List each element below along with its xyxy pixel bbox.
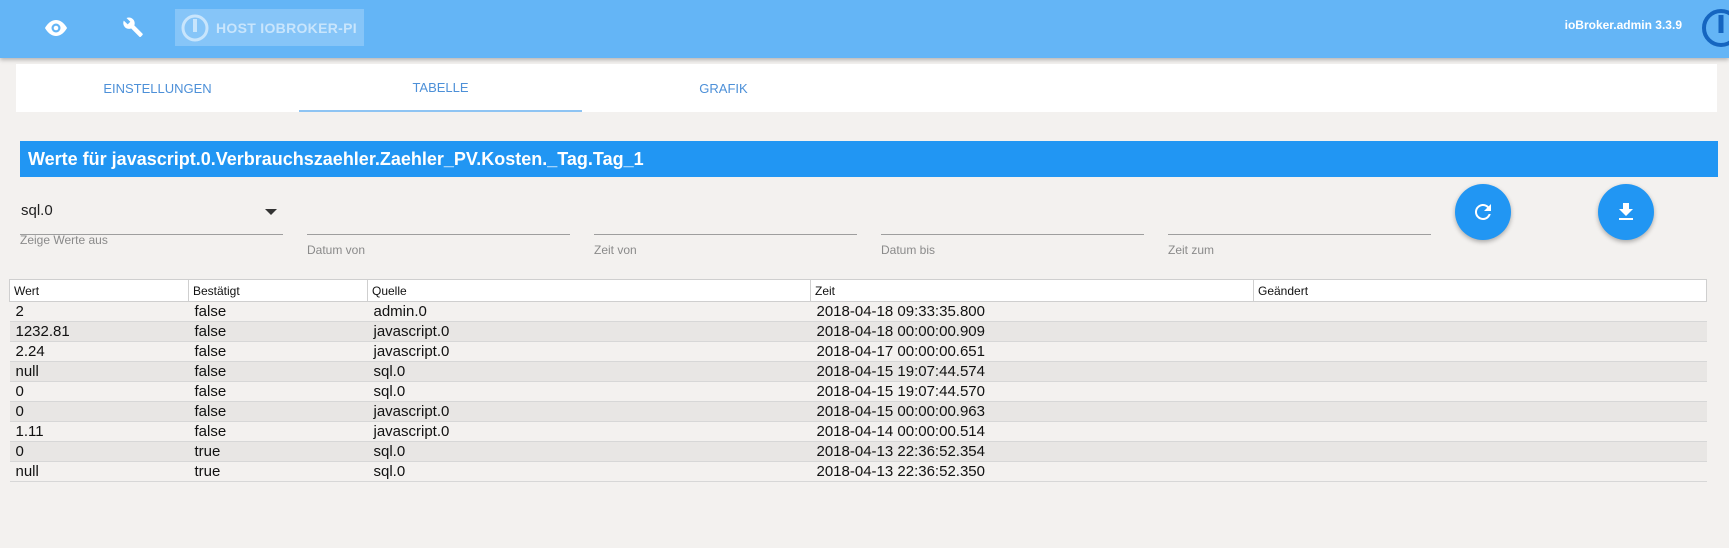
cell-geaendert xyxy=(1253,361,1707,382)
table-row[interactable]: 2.24 false javascript.0 2018-04-17 00:00:00… xyxy=(9,341,1707,362)
cell-bestaetigt: false xyxy=(188,401,368,422)
host-selector-button[interactable]: HOST IOBROKER-PI xyxy=(175,9,364,46)
time-to-label: Zeit zum xyxy=(1168,243,1215,257)
date-from-label: Datum von xyxy=(307,243,366,257)
cell-bestaetigt: false xyxy=(188,361,368,382)
cell-zeit: 2018-04-17 00:00:00.651 xyxy=(810,341,1254,362)
table-row[interactable]: 2 false admin.0 2018-04-18 09:33:35.800 xyxy=(9,301,1707,322)
cell-quelle: javascript.0 xyxy=(367,321,811,342)
cell-quelle: javascript.0 xyxy=(367,401,811,422)
cell-quelle: javascript.0 xyxy=(367,421,811,442)
cell-zeit: 2018-04-18 00:00:00.909 xyxy=(810,321,1254,342)
date-to-label: Datum bis xyxy=(881,243,936,257)
cell-geaendert xyxy=(1253,441,1707,462)
table-row[interactable]: 0 false sql.0 2018-04-15 19:07:44.570 xyxy=(9,381,1707,402)
cell-zeit: 2018-04-13 22:36:52.350 xyxy=(810,461,1254,482)
cell-wert: null xyxy=(9,361,189,382)
table-row[interactable]: 1.11 false javascript.0 2018-04-14 00:00:00… xyxy=(9,421,1707,442)
table-row[interactable]: null true sql.0 2018-04-13 22:36:52.350 xyxy=(9,461,1707,482)
time-to-input[interactable] xyxy=(1168,196,1431,235)
instance-select-value: sql.0 xyxy=(21,202,53,219)
top-bar: HOST IOBROKER-PI ioBroker.admin 3.3.9 xyxy=(0,0,1729,58)
cell-wert: 2 xyxy=(9,301,189,322)
download-icon xyxy=(1619,203,1633,220)
time-from-input[interactable] xyxy=(594,196,857,235)
cell-quelle: sql.0 xyxy=(367,361,811,382)
cell-bestaetigt: true xyxy=(188,461,368,482)
refresh-icon xyxy=(1474,203,1491,220)
tab-einstellungen[interactable]: EINSTELLUNGEN xyxy=(16,64,299,112)
cell-wert: 1232.81 xyxy=(9,321,189,342)
table-row[interactable]: 0 true sql.0 2018-04-13 22:36:52.354 xyxy=(9,441,1707,462)
cell-geaendert xyxy=(1253,421,1707,442)
cell-geaendert xyxy=(1253,401,1707,422)
cell-zeit: 2018-04-13 22:36:52.354 xyxy=(810,441,1254,462)
cell-wert: 2.24 xyxy=(9,341,189,362)
cell-bestaetigt: false xyxy=(188,341,368,362)
table-header-row: Wert Bestätigt Quelle Zeit Geändert xyxy=(9,279,1707,302)
cell-geaendert xyxy=(1253,381,1707,402)
cell-zeit: 2018-04-15 19:07:44.574 xyxy=(810,361,1254,382)
cell-zeit: 2018-04-18 09:33:35.800 xyxy=(810,301,1254,322)
date-to-input[interactable] xyxy=(881,196,1144,235)
cell-bestaetigt: false xyxy=(188,301,368,322)
cell-zeit: 2018-04-15 19:07:44.570 xyxy=(810,381,1254,402)
cell-quelle: admin.0 xyxy=(367,301,811,322)
wrench-icon[interactable] xyxy=(115,10,151,46)
cell-wert: null xyxy=(9,461,189,482)
cell-quelle: sql.0 xyxy=(367,381,811,402)
host-label: HOST IOBROKER-PI xyxy=(216,19,357,36)
page-title: Werte für javascript.0.Verbrauchszaehler… xyxy=(20,141,1718,177)
cell-bestaetigt: false xyxy=(188,321,368,342)
cell-geaendert xyxy=(1253,461,1707,482)
cell-quelle: sql.0 xyxy=(367,441,811,462)
cell-geaendert xyxy=(1253,341,1707,362)
tab-bar: EINSTELLUNGEN TABELLE GRAFIK xyxy=(16,64,1717,112)
column-header-wert[interactable]: Wert xyxy=(9,279,189,302)
cell-wert: 0 xyxy=(9,381,189,402)
eye-icon[interactable] xyxy=(38,10,74,46)
cell-bestaetigt: false xyxy=(188,421,368,442)
column-header-geaendert[interactable]: Geändert xyxy=(1253,279,1707,302)
time-from-label: Zeit von xyxy=(594,243,637,257)
table-row[interactable]: 1232.81 false javascript.0 2018-04-18 00:00… xyxy=(9,321,1707,342)
download-button[interactable] xyxy=(1598,184,1654,240)
cell-zeit: 2018-04-15 00:00:00.963 xyxy=(810,401,1254,422)
column-header-bestaetigt[interactable]: Bestätigt xyxy=(188,279,368,302)
table-row[interactable]: 0 false javascript.0 2018-04-15 00:00:00.96… xyxy=(9,401,1707,422)
instance-select-label: Zeige Werte aus xyxy=(20,233,108,247)
tab-grafik[interactable]: GRAFIK xyxy=(582,64,865,112)
refresh-button[interactable] xyxy=(1455,184,1511,240)
cell-bestaetigt: false xyxy=(188,381,368,402)
column-header-quelle[interactable]: Quelle xyxy=(367,279,811,302)
cell-bestaetigt: true xyxy=(188,441,368,462)
cell-quelle: javascript.0 xyxy=(367,341,811,362)
cell-zeit: 2018-04-14 00:00:00.514 xyxy=(810,421,1254,442)
date-from-input[interactable] xyxy=(307,196,570,235)
chevron-down-icon xyxy=(265,209,277,215)
cell-wert: 0 xyxy=(9,441,189,462)
iobroker-logo-icon xyxy=(181,14,209,41)
cell-wert: 1.11 xyxy=(9,421,189,442)
iobroker-logo-icon xyxy=(1702,9,1729,47)
column-header-zeit[interactable]: Zeit xyxy=(810,279,1254,302)
cell-geaendert xyxy=(1253,301,1707,322)
cell-wert: 0 xyxy=(9,401,189,422)
instance-select[interactable]: sql.0 xyxy=(20,196,283,235)
table-row[interactable]: null false sql.0 2018-04-15 19:07:44.574 xyxy=(9,361,1707,382)
tab-tabelle[interactable]: TABELLE xyxy=(299,64,582,112)
values-table: Wert Bestätigt Quelle Zeit Geändert 2 fal… xyxy=(9,279,1707,482)
cell-geaendert xyxy=(1253,321,1707,342)
admin-version: ioBroker.admin 3.3.9 xyxy=(1564,18,1682,32)
cell-quelle: sql.0 xyxy=(367,461,811,482)
